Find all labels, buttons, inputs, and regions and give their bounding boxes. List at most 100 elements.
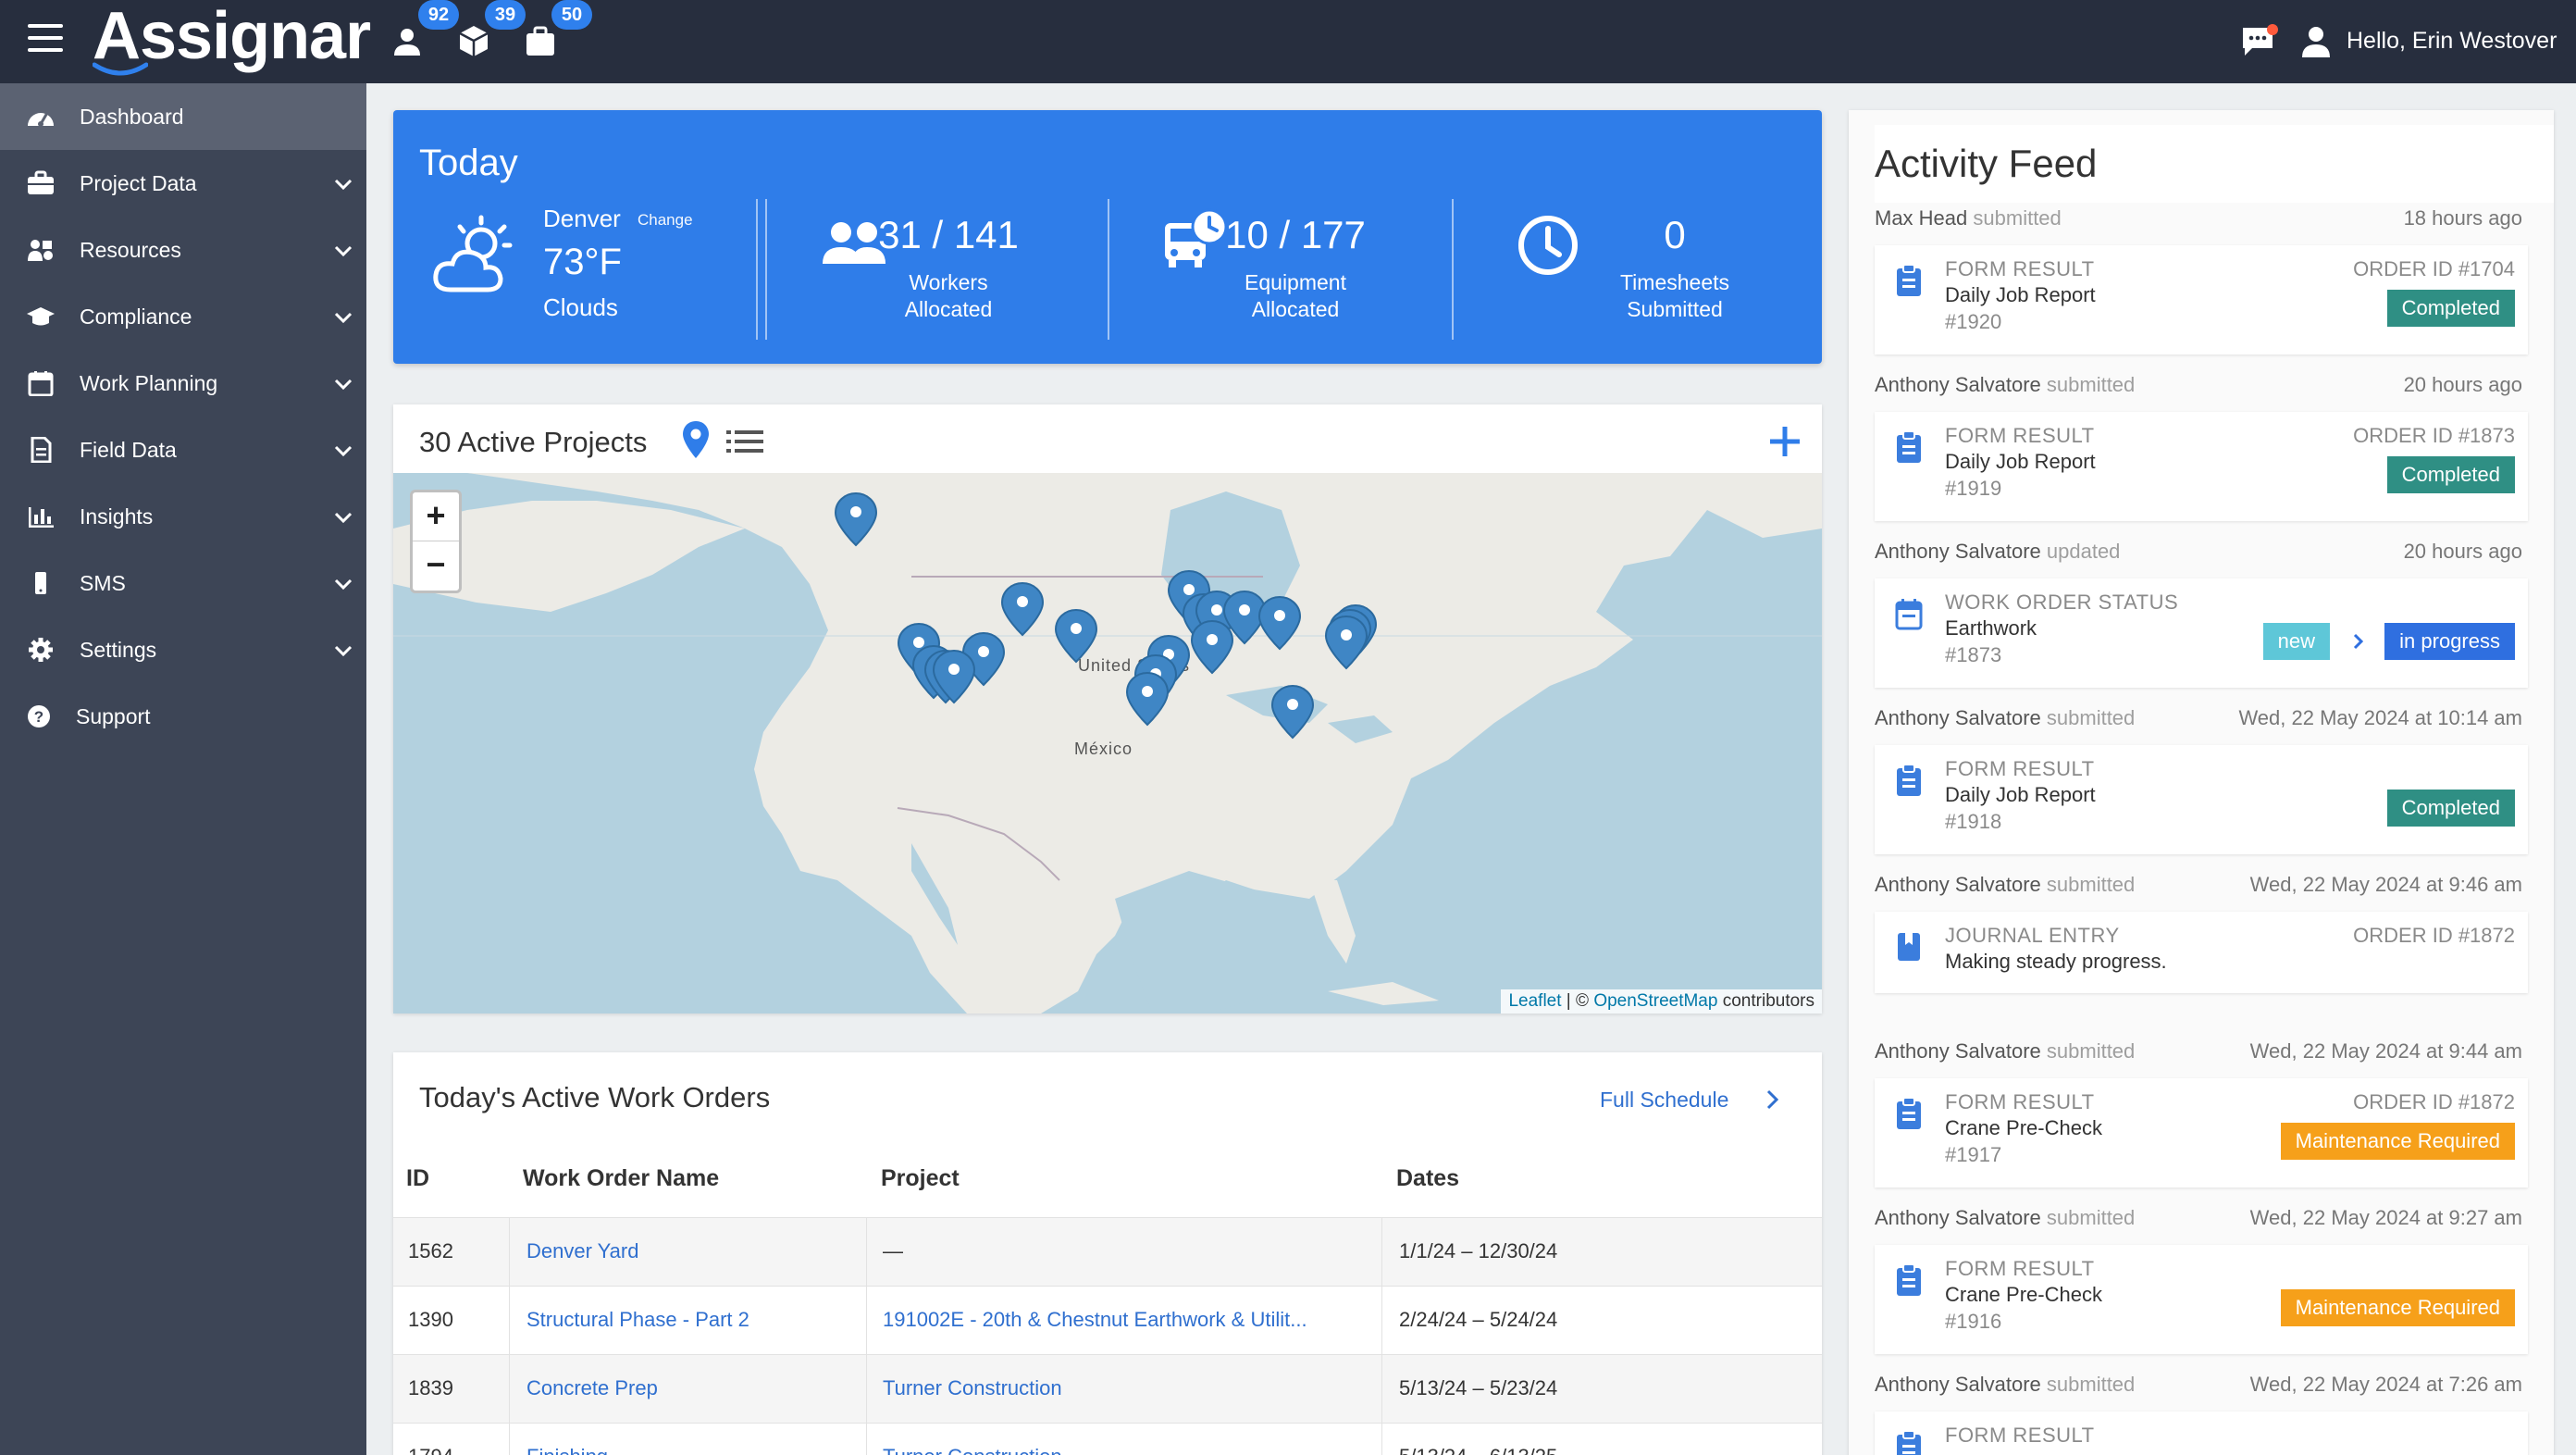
sidebar-item-work-planning[interactable]: Work Planning [0,350,366,417]
feed-item[interactable]: FORM RESULT Daily Job Report #1918 Compl… [1875,745,2528,854]
document-icon [31,437,52,463]
projects-map[interactable]: United States México + − Leaflet | © Ope… [393,473,1822,1014]
feed-item-type: JOURNAL ENTRY [1945,924,2120,947]
active-projects-title: 30 Active Projects [419,426,648,458]
feed-item-order-id[interactable]: ORDER ID #1872 [2353,923,2515,949]
map-marker[interactable] [1271,685,1314,739]
feed-item[interactable]: FORM RESULT Crane Pre-Check #1916 Mainte… [1875,1245,2528,1354]
feed-item[interactable]: FORM RESULT Daily Job Report #1920 ORDER… [1875,245,2528,354]
feed-item[interactable]: FORM RESULT [1875,1411,2528,1455]
sidebar-item-dashboard[interactable]: Dashboard [0,83,366,150]
full-schedule-link[interactable]: Full Schedule [1600,1086,1728,1113]
chevron-down-icon [334,245,353,257]
sidebar-item-compliance[interactable]: Compliance [0,283,366,350]
table-row[interactable]: 1839 Concrete Prep Turner Construction 5… [393,1354,1822,1424]
cell-project-link[interactable]: Turner Construction [883,1442,1062,1455]
divider [765,199,767,340]
cell-work-order-link[interactable]: Finishing [526,1442,608,1455]
equipment-cube-icon[interactable] [455,22,492,59]
workers-allocated-value: 31 / 141 [878,213,1019,256]
feed-item-order-id[interactable]: ORDER ID #1873 [2353,423,2515,449]
sidebar-item-sms[interactable]: SMS [0,550,366,616]
weather-change-link[interactable]: Change [638,210,693,230]
status-badge-completed: Completed [2386,456,2515,493]
feed-item-name: Earthwork [1945,616,2037,640]
map-marker[interactable] [835,492,877,546]
sidebar-item-insights[interactable]: Insights [0,483,366,550]
feed-item[interactable]: WORK ORDER STATUS Earthwork #1873 new in… [1875,578,2528,688]
sidebar-item-support[interactable]: ? Support [0,683,366,750]
column-header-id[interactable]: ID [406,1163,429,1193]
feed-item[interactable]: FORM RESULT Daily Job Report #1919 ORDER… [1875,412,2528,521]
sidebar-item-settings[interactable]: Settings [0,616,366,683]
chevron-right-icon [2353,633,2364,650]
feed-item-type: FORM RESULT [1945,257,2095,280]
cell-project-link[interactable]: Turner Construction [883,1374,1062,1403]
cell-work-order-link[interactable]: Structural Phase - Part 2 [526,1305,749,1335]
leaflet-link[interactable]: Leaflet [1508,991,1561,1011]
menu-icon[interactable] [28,24,63,52]
briefcase-icon[interactable] [522,22,559,59]
cell-id: 1839 [408,1376,453,1399]
chevron-right-icon[interactable] [1763,1088,1783,1112]
active-projects-card: 30 Active Projects United States México … [393,404,1822,1014]
cell-work-order-link[interactable]: Concrete Prep [526,1374,658,1403]
sidebar-item-field-data[interactable]: Field Data [0,417,366,483]
divider [756,199,758,340]
user-greeting[interactable]: Hello, Erin Westover [2347,26,2557,56]
feed-item-type: WORK ORDER STATUS [1945,591,2179,614]
table-row[interactable]: 1562 Denver Yard — 1/1/24 – 12/30/24 [393,1217,1822,1287]
user-icon[interactable] [2300,24,2332,57]
sidebar-item-label: Support [76,704,151,728]
clipboard-icon [1897,1430,1921,1455]
feed-item-order-id[interactable]: ORDER ID #1704 [2353,256,2515,282]
feed-item-name: Crane Pre-Check [1945,1116,2102,1139]
map-marker[interactable] [1325,616,1368,669]
map-marker[interactable] [1055,609,1097,663]
activity-feed: Activity Feed Max Head submitted 18 hours… [1849,110,2554,1455]
feed-entry-header: Anthony Salvatore submitted 20 hours ago [1875,373,2522,396]
cell-work-order-link[interactable]: Denver Yard [526,1237,638,1266]
workers-allocated-label: Workers Allocated [904,270,993,321]
clipboard-icon [1897,430,1921,463]
feed-item[interactable]: FORM RESULT Crane Pre-Check #1917 ORDER … [1875,1078,2528,1188]
table-row[interactable]: 1794 Finishing Turner Construction 5/13/… [393,1423,1822,1455]
cell-dates: 5/13/24 – 5/23/24 [1399,1376,1558,1399]
feed-entry-header: Anthony Salvatore submitted Wed, 22 May 2… [1875,1039,2522,1063]
map-view-pin-icon[interactable] [680,419,712,460]
cell-dates: 2/24/24 – 5/24/24 [1399,1308,1558,1331]
feed-entry-header: Anthony Salvatore updated 20 hours ago [1875,540,2522,563]
osm-link[interactable]: OpenStreetMap [1593,991,1717,1011]
table-row[interactable]: 1390 Structural Phase - Part 2 191002E -… [393,1286,1822,1355]
map-marker[interactable] [1126,672,1169,726]
bookmark-journal-icon [1898,933,1920,961]
list-view-icon[interactable] [726,429,763,454]
map-marker[interactable] [1258,596,1301,650]
sidebar-item-label: Field Data [80,438,177,462]
zoom-out-button[interactable]: − [413,541,459,591]
chevron-down-icon [334,379,353,391]
feed-item[interactable]: JOURNAL ENTRY Making steady progress. OR… [1875,912,2528,993]
feed-item-order-id[interactable]: ORDER ID #1872 [2353,1089,2515,1115]
add-project-icon[interactable] [1766,423,1803,460]
calendar-icon [28,371,54,396]
status-badge-maintenance: Maintenance Required [2280,1123,2515,1160]
cell-project-link[interactable]: 191002E - 20th & Chestnut Earthwork & Ut… [883,1305,1307,1335]
zoom-in-button[interactable]: + [413,492,459,541]
cell-project: — [883,1239,903,1262]
sidebar-item-resources[interactable]: Resources [0,217,366,283]
sidebar-item-project-data[interactable]: Project Data [0,150,366,217]
column-header-dates[interactable]: Dates [1396,1163,1459,1193]
map-marker[interactable] [1001,582,1044,636]
timesheets-submitted-value: 0 [1664,213,1686,256]
map-marker[interactable] [1191,620,1233,674]
status-badge-completed: Completed [2386,790,2515,827]
people-icon[interactable] [389,22,426,59]
column-header-project[interactable]: Project [881,1163,960,1193]
clipboard-icon [1897,264,1921,296]
sidebar-item-label: Resources [80,238,181,262]
equipment-count-badge: 39 [485,0,526,30]
chevron-down-icon [334,645,353,657]
column-header-name[interactable]: Work Order Name [523,1163,719,1193]
sidebar-item-label: Compliance [80,305,192,329]
